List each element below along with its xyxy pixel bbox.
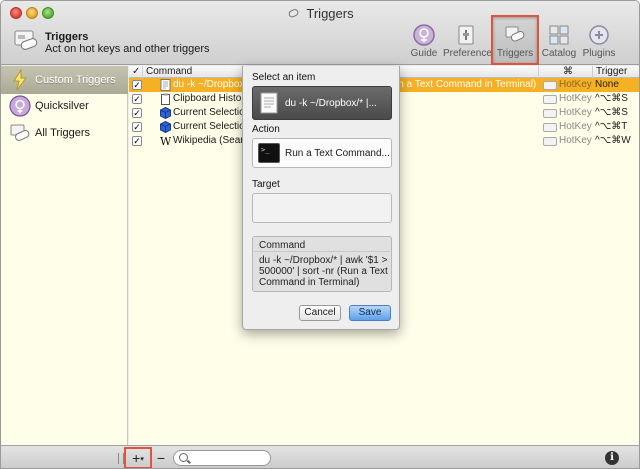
trigger-editor-sheet: Select an item du -k ~/Dropbox/* |... Ac… — [242, 66, 400, 330]
toolbar-triggers-label: Triggers — [496, 48, 534, 59]
terminal-icon — [258, 143, 280, 163]
sidebar-item-custom-triggers[interactable]: Custom Triggers — [1, 66, 128, 94]
header-subtitle: Act on hot keys and other triggers — [45, 43, 210, 55]
keyboard-icon — [543, 95, 557, 104]
cube-icon — [160, 121, 171, 133]
sidebar-item-all-triggers[interactable]: All Triggers — [1, 119, 128, 147]
triggers-icon — [505, 26, 525, 42]
lightning-icon — [13, 69, 27, 91]
column-header-enabled[interactable]: ✓ — [129, 66, 143, 78]
row-enabled-checkbox[interactable]: ✓ — [132, 136, 142, 146]
row-trigger[interactable]: ^⌥⌘S — [595, 106, 628, 120]
toolbar-preferences-label: Preferences — [443, 48, 497, 59]
window-title: Triggers — [1, 6, 639, 21]
sidebar-item-quicksilver[interactable]: Quicksilver — [1, 92, 128, 120]
action-selector[interactable]: Run a Text Command... — [252, 138, 392, 168]
sidebar-item-label: Custom Triggers — [35, 74, 116, 86]
row-type: HotKey — [559, 121, 592, 132]
guide-icon — [413, 24, 435, 46]
window-title-text: Triggers — [306, 6, 354, 21]
row-trigger[interactable]: None — [595, 78, 619, 92]
column-header-trigger[interactable]: Trigger — [593, 66, 639, 78]
search-field[interactable] — [173, 450, 271, 466]
target-label: Target — [252, 179, 280, 190]
row-enabled-checkbox[interactable]: ✓ — [132, 122, 142, 132]
action-selector-text: Run a Text Command... — [285, 148, 390, 159]
chevron-down-icon: ▾ — [140, 456, 144, 463]
save-button[interactable]: Save — [349, 305, 391, 321]
keyboard-icon — [543, 81, 557, 90]
row-type: HotKey — [559, 79, 592, 90]
triggers-header-icon — [14, 30, 38, 50]
remove-trigger-button[interactable]: − — [154, 449, 168, 467]
row-enabled-checkbox[interactable]: ✓ — [132, 108, 142, 118]
quicksilver-icon — [9, 95, 31, 117]
row-type: HotKey — [559, 135, 592, 146]
cancel-button[interactable]: Cancel — [299, 305, 341, 321]
all-triggers-icon — [10, 124, 30, 141]
toolbar-guide-label: Guide — [410, 48, 438, 59]
title-bar: Triggers Triggers Act on hot keys and ot… — [1, 1, 639, 65]
toolbar-plugins-button[interactable]: Plugins — [576, 23, 622, 63]
command-preview-text: du -k ~/Dropbox/* | awk '$1 > 500000' | … — [259, 255, 388, 288]
header-title: Triggers — [45, 31, 89, 43]
column-header-type[interactable]: ⌘ — [539, 66, 593, 78]
search-input[interactable] — [190, 452, 268, 464]
add-trigger-button[interactable]: +▾ — [124, 447, 152, 468]
toolbar-plugins-label: Plugins — [582, 48, 616, 59]
preferences-icon — [458, 25, 474, 45]
cube-icon — [160, 107, 171, 119]
command-caption: Command — [259, 240, 306, 251]
command-preview: Command du -k ~/Dropbox/* | awk '$1 > 50… — [252, 236, 392, 292]
wikipedia-icon: W — [160, 135, 171, 147]
row-trigger[interactable]: ^⌥⌘W — [595, 134, 631, 148]
row-enabled-checkbox[interactable]: ✓ — [132, 80, 142, 90]
keyboard-icon — [543, 137, 557, 146]
toolbar-guide-button[interactable]: Guide — [401, 23, 447, 63]
item-selector[interactable]: du -k ~/Dropbox/* |... — [252, 86, 392, 120]
info-button[interactable]: i — [605, 451, 619, 465]
keyboard-icon — [543, 109, 557, 118]
sidebar-item-label: Quicksilver — [35, 100, 89, 112]
row-trigger[interactable]: ^⌥⌘S — [595, 92, 628, 106]
row-type: HotKey — [559, 107, 592, 118]
select-item-label: Select an item — [252, 72, 316, 83]
document-icon — [260, 92, 278, 114]
plugins-icon — [589, 25, 609, 45]
row-type: HotKey — [559, 93, 592, 104]
item-selector-text: du -k ~/Dropbox/* |... — [285, 98, 377, 109]
bottom-bar: +▾ − i — [1, 445, 639, 468]
document-icon — [160, 79, 171, 91]
target-selector[interactable] — [252, 193, 392, 223]
action-label: Action — [252, 124, 280, 135]
toolbar-preferences-button[interactable]: Preferences — [443, 23, 497, 63]
sidebar-item-label: All Triggers — [35, 127, 91, 139]
sidebar: Custom Triggers Quicksilver All Triggers — [1, 66, 128, 445]
svg-text:W: W — [160, 135, 171, 147]
clipboard-icon — [161, 93, 170, 105]
catalog-icon — [549, 25, 569, 45]
app-window: Triggers Triggers Act on hot keys and ot… — [0, 0, 640, 469]
row-enabled-checkbox[interactable]: ✓ — [132, 94, 142, 104]
triggers-title-icon — [289, 9, 299, 18]
row-trigger[interactable]: ^⌥⌘T — [595, 120, 627, 134]
search-icon — [179, 453, 188, 462]
toolbar-triggers-button[interactable]: Triggers — [491, 15, 539, 65]
keyboard-icon — [543, 123, 557, 132]
divider — [254, 251, 392, 252]
